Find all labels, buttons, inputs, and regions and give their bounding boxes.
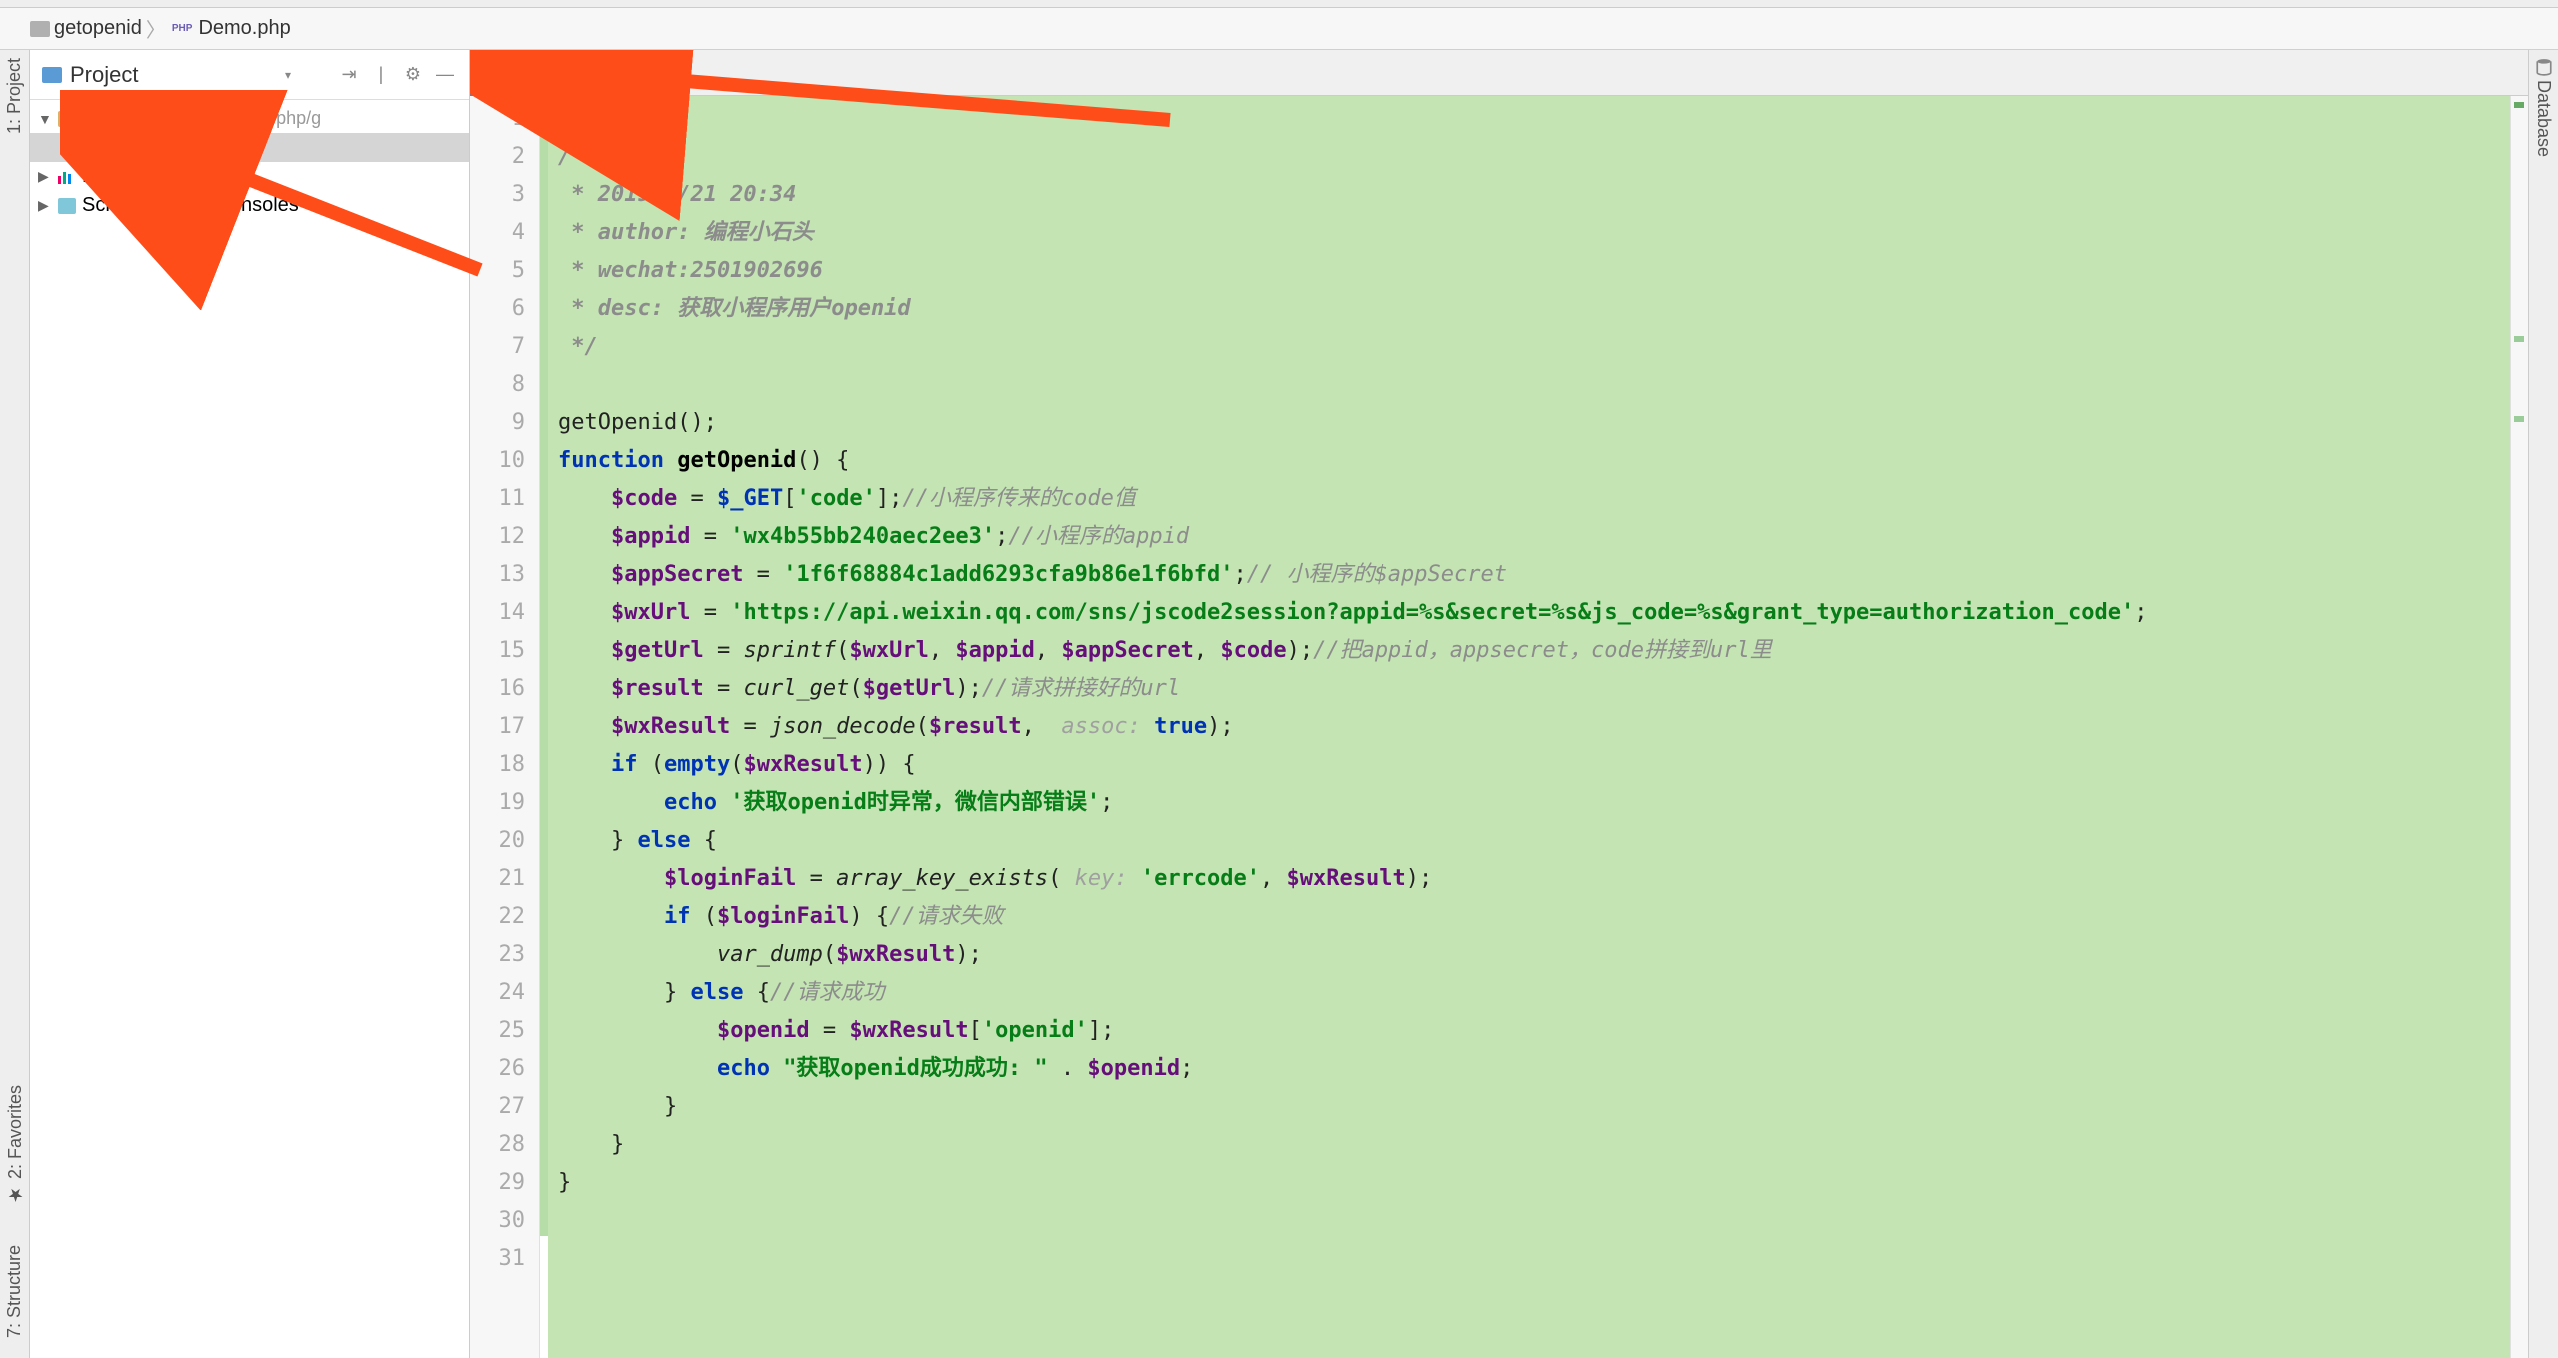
line-number-gutter: 1234567891011121314151617181920212223242… xyxy=(470,96,540,1358)
chevron-down-icon[interactable]: ▾ xyxy=(285,68,291,82)
tree-file-demo[interactable]: PHP Demo.php xyxy=(30,133,469,162)
breadcrumb-root[interactable]: getopenid xyxy=(54,17,142,40)
breadcrumb: getopenid 〉 PHP Demo.php xyxy=(0,8,2558,50)
tab-label: Demo.php xyxy=(515,60,607,83)
top-toolbar-strip xyxy=(0,0,2558,8)
tree-root[interactable]: ▼ getopenid ~/Desktop/php/g xyxy=(30,104,469,133)
project-panel-title[interactable]: Project xyxy=(70,62,277,88)
tree-external-libs-label: External Libraries xyxy=(82,165,238,188)
left-tool-strip: 1: Project ★ 2: Favorites 7: Structure xyxy=(0,50,30,1358)
scratch-icon xyxy=(58,198,76,214)
chevron-right-icon[interactable]: ▶ xyxy=(38,197,52,214)
folder-icon xyxy=(30,21,50,37)
folder-icon xyxy=(42,67,62,83)
database-icon xyxy=(2535,58,2553,76)
hide-icon[interactable]: — xyxy=(433,63,457,87)
project-panel: Project ▾ ⇥ | ⚙ — ▼ getopenid ~/Desktop/… xyxy=(30,50,470,1358)
php-icon: PHP xyxy=(170,22,195,35)
close-icon[interactable]: × xyxy=(615,62,624,80)
project-tree: ▼ getopenid ~/Desktop/php/g PHP Demo.php… xyxy=(30,100,469,1358)
breadcrumb-file[interactable]: Demo.php xyxy=(198,17,290,40)
folder-icon xyxy=(58,111,78,127)
gear-icon[interactable]: ⚙ xyxy=(401,63,425,87)
project-panel-header: Project ▾ ⇥ | ⚙ — xyxy=(30,50,469,100)
right-tool-strip: Database xyxy=(2528,50,2558,1358)
libraries-icon xyxy=(58,170,76,184)
code-editor[interactable]: <?php /** * 2019/9/21 20:34 * author: 编程… xyxy=(548,96,2510,1358)
tree-root-name: getopenid xyxy=(84,107,180,130)
tool-structure-tab[interactable]: 7: Structure xyxy=(4,1245,25,1338)
tree-scratches[interactable]: ▶ Scratches and Consoles xyxy=(30,191,469,220)
breadcrumb-separator: 〉 xyxy=(146,14,166,43)
php-icon: PHP xyxy=(486,66,507,77)
error-stripe[interactable] xyxy=(2510,96,2528,1358)
tree-root-path: ~/Desktop/php/g xyxy=(190,108,322,129)
chevron-down-icon[interactable]: ▼ xyxy=(38,111,52,127)
tree-external-libs[interactable]: ▶ External Libraries xyxy=(30,162,469,191)
php-icon: PHP xyxy=(90,142,111,153)
change-marker-bar xyxy=(540,96,548,1358)
tool-favorites-tab[interactable]: ★ 2: Favorites xyxy=(4,1085,26,1205)
editor-area: PHP Demo.php × 1234567891011121314151617… xyxy=(470,50,2528,1358)
tree-file-label: Demo.php xyxy=(117,136,209,159)
tool-database-tab[interactable]: Database xyxy=(2533,80,2554,157)
tab-bar: PHP Demo.php × xyxy=(470,50,2528,96)
collapse-icon[interactable]: ⇥ xyxy=(337,63,361,87)
divider-icon: | xyxy=(369,63,393,87)
tree-scratches-label: Scratches and Consoles xyxy=(82,194,299,217)
tool-project-tab[interactable]: 1: Project xyxy=(4,58,25,134)
chevron-right-icon[interactable]: ▶ xyxy=(38,168,52,185)
tab-demo-php[interactable]: PHP Demo.php × xyxy=(470,50,641,96)
